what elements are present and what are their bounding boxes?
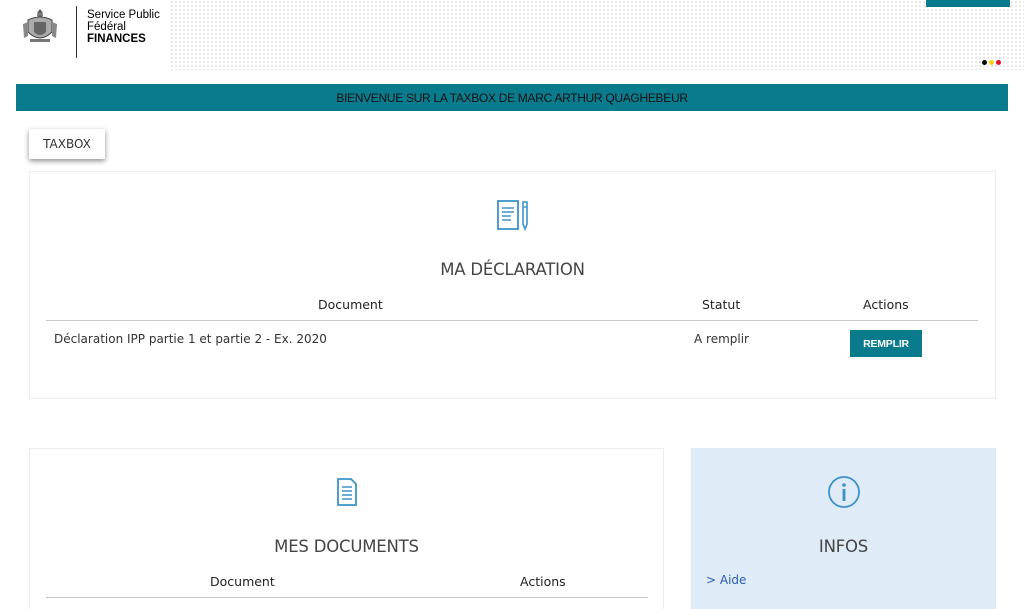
belgian-crest-icon xyxy=(23,9,57,42)
logo-line-2: Fédéral xyxy=(87,21,126,33)
flag-dot-yellow xyxy=(989,60,994,65)
tab-taxbox[interactable]: TAXBOX xyxy=(29,129,105,159)
flag-dot-black xyxy=(982,60,987,65)
site-header: Service Public Fédéral FINANCES xyxy=(0,0,1024,82)
info-circle-icon xyxy=(827,476,860,508)
declaration-col-actions: Actions xyxy=(863,297,909,312)
documents-col-document: Document xyxy=(210,574,275,589)
documents-col-actions: Actions xyxy=(520,574,566,589)
declaration-row-document: Déclaration IPP partie 1 et partie 2 - E… xyxy=(54,332,327,346)
infos-title: INFOS xyxy=(818,537,869,556)
declaration-col-status: Statut xyxy=(702,297,741,312)
spf-finances-logo[interactable]: Service Public Fédéral FINANCES xyxy=(20,6,160,58)
document-list-icon xyxy=(336,478,357,506)
header-pattern xyxy=(170,0,1024,70)
documents-header-divider xyxy=(46,597,648,598)
flag-dot-red xyxy=(996,60,1001,65)
declaration-header-divider xyxy=(46,320,978,321)
logo-separator xyxy=(76,6,77,58)
welcome-banner-text: BIENVENUE SUR LA TAXBOX DE MARC ARTHUR Q… xyxy=(336,90,688,105)
declaration-panel: MA DÉCLARATION Document Statut Actions D… xyxy=(29,171,996,399)
declaration-col-document: Document xyxy=(318,297,383,312)
belgian-flag-dots xyxy=(982,60,1001,65)
declaration-title: MA DÉCLARATION xyxy=(440,260,585,279)
logo-line-1: Service Public xyxy=(87,9,160,21)
logo-text: Service Public Fédéral FINANCES xyxy=(87,6,160,45)
infos-panel: INFOS > Aide xyxy=(691,448,996,609)
remplir-button[interactable]: REMPLIR xyxy=(850,330,922,357)
welcome-banner: BIENVENUE SUR LA TAXBOX DE MARC ARTHUR Q… xyxy=(16,84,1008,111)
documents-panel: MES DOCUMENTS Document Actions xyxy=(29,448,664,609)
infos-link-aide[interactable]: > Aide xyxy=(706,573,746,587)
documents-title: MES DOCUMENTS xyxy=(274,537,419,556)
top-right-menu-tab[interactable] xyxy=(926,0,1010,7)
document-pen-icon xyxy=(496,200,528,232)
logo-line-3: FINANCES xyxy=(87,33,146,45)
declaration-row-status: A remplir xyxy=(694,332,749,346)
